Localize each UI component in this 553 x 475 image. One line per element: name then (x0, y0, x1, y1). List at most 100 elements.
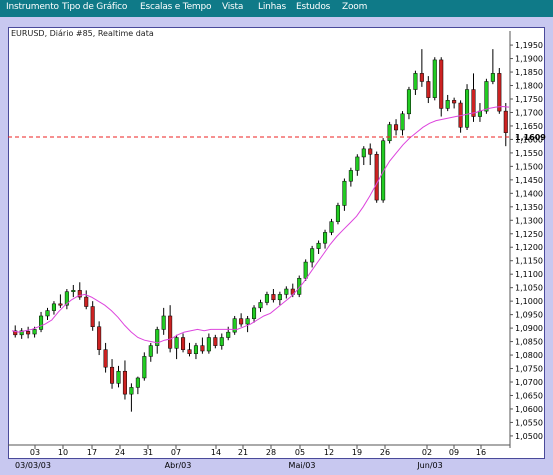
candle-up (161, 315, 166, 330)
y-tick-label: 1,0800 (515, 351, 543, 360)
y-tick-label: 1,1300 (515, 216, 543, 225)
y-tick-label: 1,1900 (515, 55, 543, 64)
y-tick-label: 1,1400 (515, 189, 543, 198)
y-tick-label: 1,0500 (515, 432, 543, 441)
candle-down (168, 315, 173, 349)
candle-down (103, 349, 108, 368)
x-tick-label: 12 (324, 448, 334, 457)
y-tick-label: 1,1100 (515, 270, 543, 279)
candle-down (84, 296, 89, 307)
candle-up (45, 310, 50, 317)
candle-up (116, 370, 121, 384)
y-tick-label: 1,1000 (515, 297, 543, 306)
candle-up (316, 242, 321, 249)
x-tick-label: 19 (352, 448, 362, 457)
candle-down (122, 370, 127, 395)
candle-up (226, 331, 231, 338)
x-tick-label: 16 (476, 448, 486, 457)
y-tick-label: 1,0700 (515, 378, 543, 387)
y-tick-label: 1,1150 (515, 257, 543, 266)
candle-down (239, 318, 244, 325)
y-tick-label: 1,0950 (515, 311, 543, 320)
y-tick-label: 1,1650 (515, 122, 543, 131)
candle-up (432, 59, 437, 98)
candle-down (200, 345, 205, 352)
candle-up (445, 100, 450, 109)
candle-up (355, 156, 360, 171)
y-tick-label: 1,1950 (515, 41, 543, 50)
candle-down (419, 73, 424, 82)
y-tick-label: 1,1050 (515, 284, 543, 293)
y-tick-label: 1,1350 (515, 203, 543, 212)
candle-up (303, 261, 308, 279)
candle-up (219, 337, 224, 346)
candle-down (58, 303, 63, 306)
candle-up (284, 288, 289, 295)
candle-up (484, 81, 489, 112)
y-tick-label: 1,0850 (515, 338, 543, 347)
candle-up (490, 73, 495, 82)
candle-down (271, 294, 276, 301)
candle-down (452, 100, 457, 104)
x-tick-label: 02 (422, 448, 432, 457)
candle-up (245, 318, 250, 325)
candle-down (503, 110, 508, 133)
x-tick-label: 09 (449, 448, 459, 457)
x-tick-label: 07 (171, 448, 181, 457)
x-tick-label: 03 (30, 448, 40, 457)
candle-down (181, 337, 186, 350)
candle-up (348, 170, 353, 182)
y-tick-label: 1,1250 (515, 230, 543, 239)
candle-up (174, 337, 179, 349)
candle-up (465, 89, 470, 128)
y-tick-label: 1,1550 (515, 149, 543, 158)
candle-up (264, 294, 269, 303)
x-tick-label: 24 (115, 448, 125, 457)
candle-up (39, 315, 44, 330)
x-tick-label: 10 (58, 448, 68, 457)
candle-up (406, 89, 411, 115)
month-label: Jun/03 (416, 461, 442, 470)
candle-down (90, 306, 95, 328)
candle-up (335, 205, 340, 222)
candle-up (232, 318, 237, 333)
y-tick-label: 1,1700 (515, 108, 543, 117)
x-tick-label: 31 (143, 448, 153, 457)
x-tick-label: 05 (295, 448, 305, 457)
candle-up (413, 73, 418, 90)
candle-down (439, 59, 444, 109)
candle-down (497, 73, 502, 112)
x-tick-label: 17 (87, 448, 97, 457)
y-tick-label: 1,0900 (515, 324, 543, 333)
month-label: Mai/03 (289, 461, 316, 470)
candle-down (110, 366, 115, 384)
y-tick-label: 1,1450 (515, 176, 543, 185)
candle-up (129, 387, 134, 395)
month-label: 03/03/03 (15, 461, 51, 470)
candle-up (277, 294, 282, 301)
y-tick-label: 1,0650 (515, 391, 543, 400)
candle-up (258, 302, 263, 309)
candle-up (71, 290, 76, 292)
y-tick-label: 1,1750 (515, 95, 543, 104)
x-tick-label: 21 (238, 448, 248, 457)
candle-down (26, 331, 31, 335)
candle-up (135, 377, 140, 388)
candle-down (187, 349, 192, 354)
y-tick-label: 1,1200 (515, 243, 543, 252)
candlestick-chart[interactable]: 1,1950 1,1900 1,1850 1,1800 1,1750 1,1700 1,16… (0, 0, 553, 475)
candle-up (361, 148, 366, 158)
y-tick-label: 1,1500 (515, 162, 543, 171)
candle-up (142, 356, 147, 379)
candle-down (426, 81, 431, 98)
candle-down (213, 337, 218, 346)
candle-up (193, 345, 198, 354)
candle-up (342, 180, 347, 206)
candle-up (323, 232, 328, 244)
x-tick-label: 26 (380, 448, 390, 457)
candle-down (374, 153, 379, 201)
candle-down (97, 326, 102, 350)
candle-up (148, 345, 153, 357)
candle-up (51, 303, 56, 311)
candle-up (32, 329, 37, 335)
